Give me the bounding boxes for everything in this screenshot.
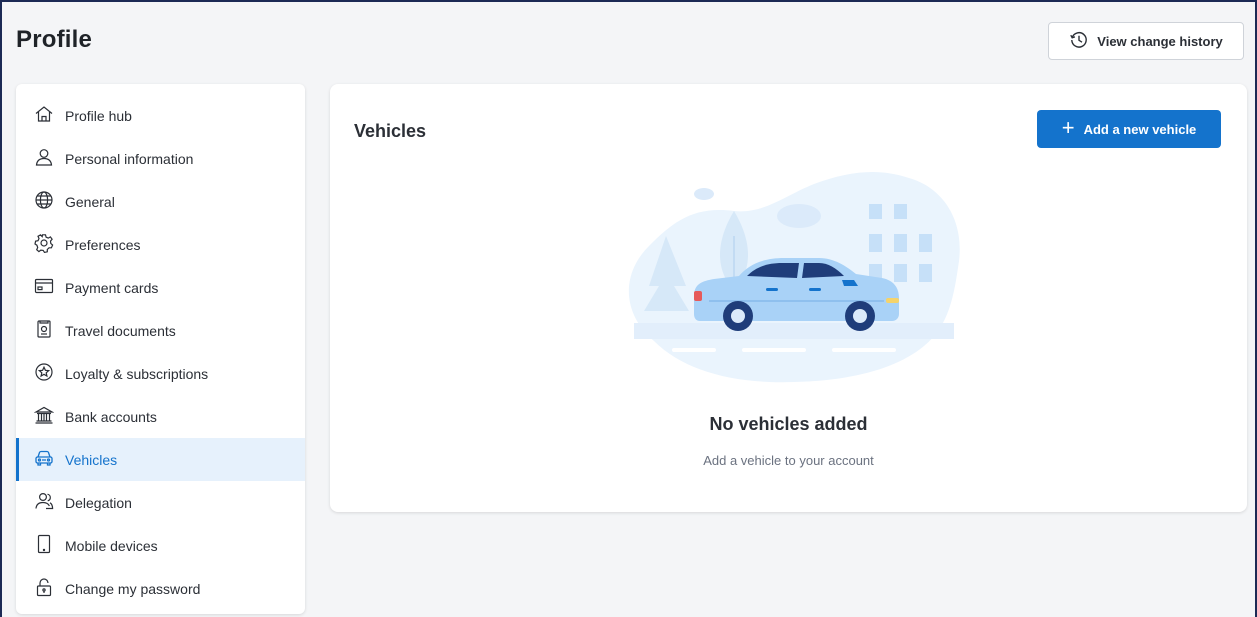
view-change-history-button[interactable]: View change history xyxy=(1048,22,1244,60)
credit-card-icon xyxy=(34,276,54,299)
add-new-vehicle-button[interactable]: + Add a new vehicle xyxy=(1037,110,1221,148)
phone-icon xyxy=(34,534,54,557)
history-icon xyxy=(1069,30,1089,53)
sidebar-item-profile-hub[interactable]: Profile hub xyxy=(16,94,305,137)
view-change-history-label: View change history xyxy=(1097,33,1223,49)
sidebar-item-label: Travel documents xyxy=(65,322,176,339)
star-badge-icon xyxy=(34,362,54,385)
sidebar-item-bank-accounts[interactable]: Bank accounts xyxy=(16,395,305,438)
empty-state-subtitle: Add a vehicle to your account xyxy=(703,453,874,468)
empty-state-title: No vehicles added xyxy=(709,414,868,434)
users-icon xyxy=(34,491,54,514)
car-illustration xyxy=(628,172,960,383)
passport-icon xyxy=(34,319,54,342)
sidebar-item-mobile-devices[interactable]: Mobile devices xyxy=(16,524,305,567)
sidebar-item-label: Mobile devices xyxy=(65,537,158,554)
car-icon xyxy=(34,448,54,471)
sidebar-item-general[interactable]: General xyxy=(16,180,305,223)
profile-sidebar: Profile hub Personal information General… xyxy=(16,84,305,614)
sidebar-item-vehicles[interactable]: Vehicles xyxy=(16,438,305,481)
sidebar-item-label: Bank accounts xyxy=(65,408,157,425)
bank-icon xyxy=(33,405,55,428)
sidebar-item-payment-cards[interactable]: Payment cards xyxy=(16,266,305,309)
user-icon xyxy=(34,147,54,170)
sidebar-item-delegation[interactable]: Delegation xyxy=(16,481,305,524)
sidebar-item-label: Change my password xyxy=(65,580,201,597)
sidebar-item-label: Payment cards xyxy=(65,279,159,296)
settings-icon xyxy=(34,233,54,256)
home-icon xyxy=(34,104,54,127)
sidebar-item-change-password[interactable]: Change my password xyxy=(16,567,305,610)
sidebar-item-preferences[interactable]: Preferences xyxy=(16,223,305,266)
sidebar-item-label: Preferences xyxy=(65,236,141,253)
sidebar-item-label: Vehicles xyxy=(65,451,118,468)
page-title: Profile xyxy=(16,26,93,53)
sidebar-item-label: General xyxy=(65,193,115,210)
sidebar-item-label: Personal information xyxy=(65,150,194,167)
sidebar-item-loyalty-subscriptions[interactable]: Loyalty & subscriptions xyxy=(16,352,305,395)
sidebar-item-label: Delegation xyxy=(65,494,132,511)
sidebar-item-label: Loyalty & subscriptions xyxy=(65,365,209,382)
sidebar-item-label: Profile hub xyxy=(65,107,132,124)
globe-icon xyxy=(34,190,54,213)
plus-icon: + xyxy=(1061,115,1075,140)
vehicles-card: Vehicles + Add a new vehicle No vehicles… xyxy=(330,84,1247,512)
sidebar-item-personal-information[interactable]: Personal information xyxy=(16,137,305,180)
sidebar-item-travel-documents[interactable]: Travel documents xyxy=(16,309,305,352)
section-title: Vehicles xyxy=(354,121,427,141)
add-new-vehicle-label: Add a new vehicle xyxy=(1083,121,1197,137)
lock-icon xyxy=(34,577,54,600)
